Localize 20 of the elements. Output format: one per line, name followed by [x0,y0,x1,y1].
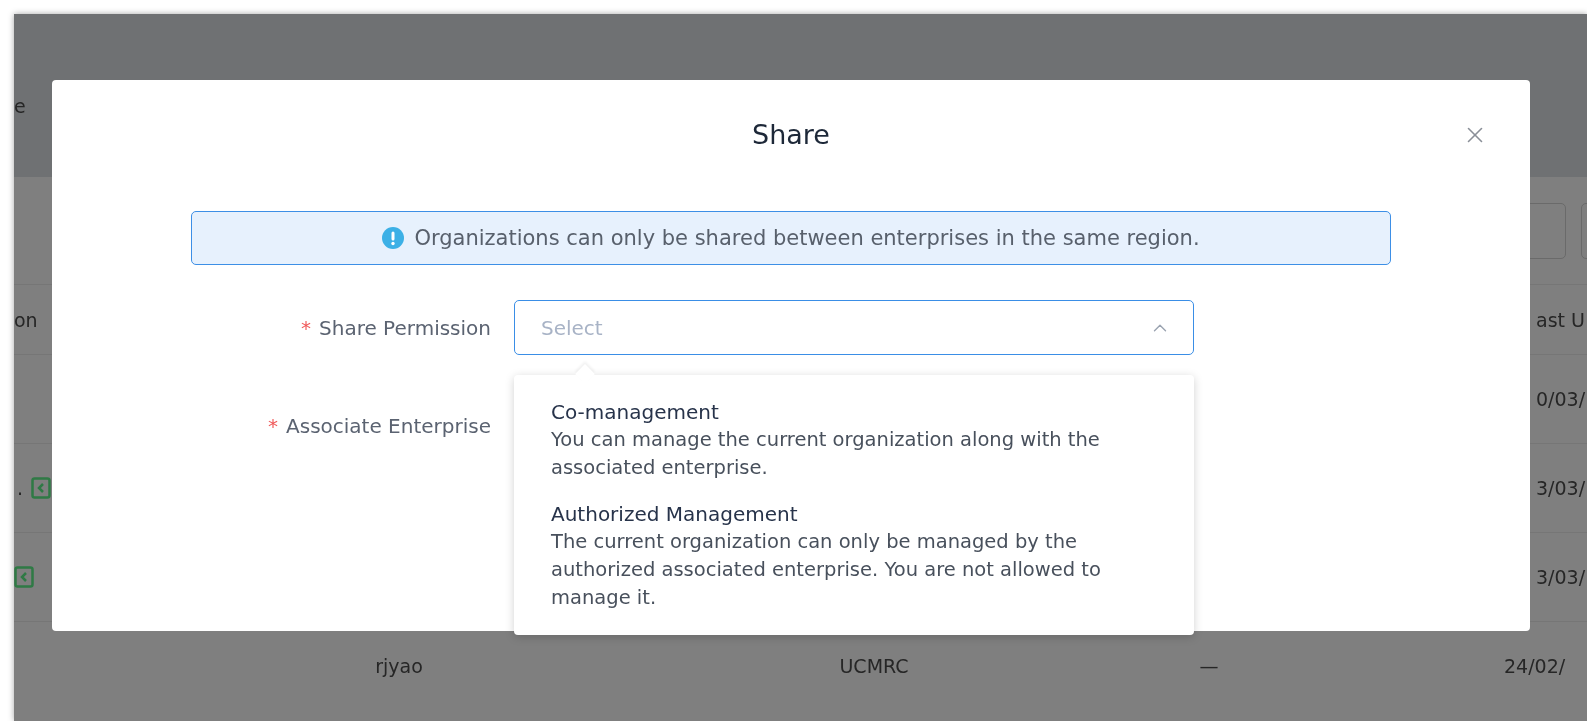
field-label: * Share Permission [301,315,491,340]
tag-icon [14,566,34,588]
column-header: ast U [1536,308,1585,331]
table-cell: 3/03/ [1536,477,1586,499]
table-cell: — [1199,655,1219,677]
table-cell: 24/02/ [1504,655,1566,677]
column-header: on [14,308,38,331]
table-cell: . [17,477,24,499]
info-icon [382,227,405,249]
table-cell: 0/03/ [1536,388,1586,410]
alert-text: Organizations can only be shared between enterprises in the same region. [414,226,1200,250]
table-cell: 3/03/ [1536,566,1586,588]
column-header: e [14,94,26,117]
dialog-title: Share [752,119,830,150]
dropdown-option[interactable]: Co-management You can manage the current organization along with the associated enterprise. [551,398,1157,482]
table-cell: UCMRC [839,655,909,677]
tag-icon [31,477,52,499]
table-cell: rjyao [375,655,423,677]
dropdown-option[interactable]: Authorized Management The current organization can only be managed by the authorized associated enterprise. You are not allowed to manage it. [551,500,1157,612]
field-label: * Associate Enterprise [268,413,491,438]
